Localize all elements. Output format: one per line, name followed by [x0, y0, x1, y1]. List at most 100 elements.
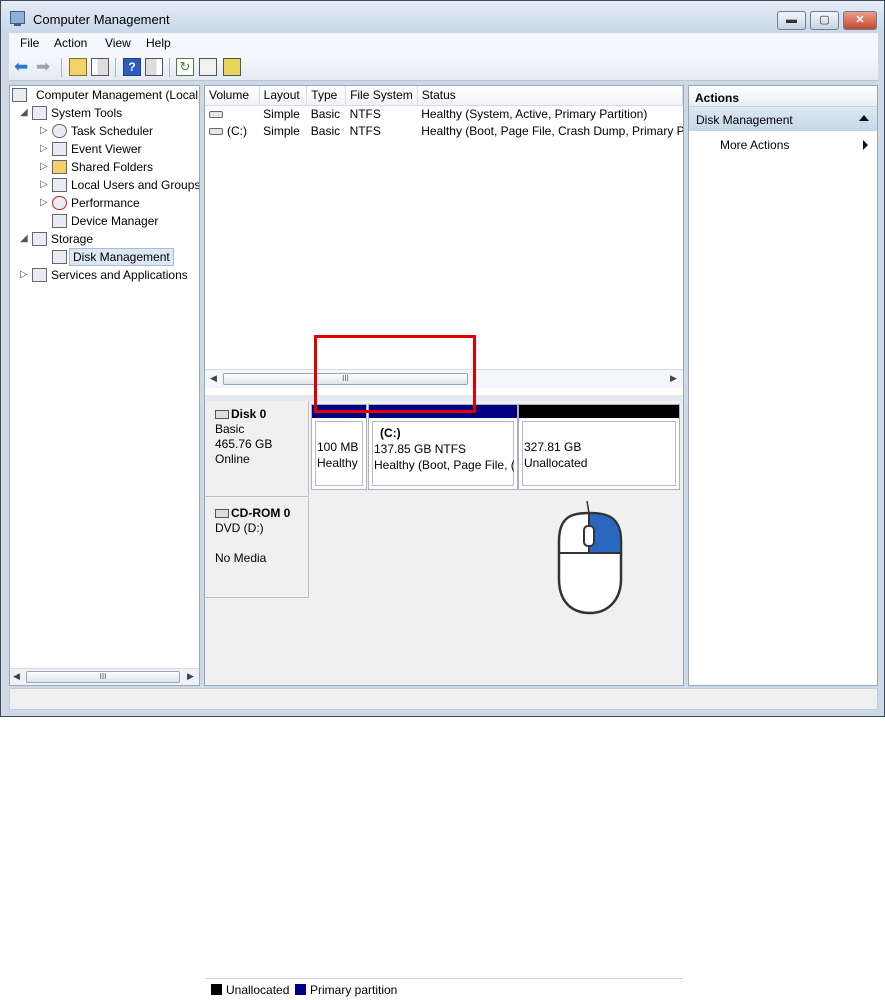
- submenu-arrow-icon[interactable]: [863, 140, 868, 150]
- status-cell: Healthy (System, Active, Primary Partiti…: [421, 106, 648, 121]
- collapsed-arrow-icon[interactable]: ▷: [40, 158, 50, 176]
- shared-folder-icon: [52, 160, 67, 174]
- actions-pane: Actions Disk Management More Actions: [688, 85, 878, 686]
- properties-icon[interactable]: [199, 58, 217, 76]
- tree-horizontal-scrollbar[interactable]: ◀ III ▶: [10, 668, 199, 685]
- collapsed-arrow-icon[interactable]: ▷: [40, 140, 50, 158]
- toolbar-separator: [169, 58, 170, 77]
- table-row[interactable]: Simple Basic NTFS Healthy (System, Activ…: [205, 105, 683, 122]
- volume-list: Volume Layout Type File System Status Si…: [205, 86, 684, 139]
- tree-item-shared-folders[interactable]: ▷ Shared Folders: [40, 158, 199, 176]
- tree-item-system-tools[interactable]: ◢ System Tools: [20, 104, 199, 122]
- disk-settings-icon[interactable]: [223, 58, 241, 76]
- status-bar: [9, 688, 878, 710]
- computer-management-window: Computer Management ▬ ▢ ✕ File Action Vi…: [0, 0, 885, 1000]
- file-system-cell: NTFS: [349, 106, 381, 121]
- menu-view[interactable]: View: [105, 36, 131, 50]
- tree-item-device-manager[interactable]: Device Manager: [40, 212, 199, 230]
- computer-icon: [12, 88, 27, 102]
- partition-system-reserved[interactable]: 100 MB Healthy: [311, 404, 367, 490]
- tree-item-local-users-and-groups[interactable]: ▷ Local Users and Groups: [40, 176, 199, 194]
- minimize-button[interactable]: ▬: [777, 11, 806, 30]
- forward-arrow-icon[interactable]: ➡: [36, 58, 54, 76]
- unallocated-bar: [519, 405, 679, 418]
- tools-icon: [32, 106, 47, 120]
- tree-item-performance[interactable]: ▷ Performance: [40, 194, 199, 212]
- console-tree: Computer Management (Local ◢ System Tool…: [9, 85, 200, 686]
- toolbar: ⬅ ➡ ? ↻: [9, 54, 878, 81]
- tree-item-event-viewer[interactable]: ▷ Event Viewer: [40, 140, 199, 158]
- tree-item-disk-management[interactable]: Disk Management: [40, 248, 199, 266]
- up-folder-icon[interactable]: [69, 58, 87, 76]
- status-cell: Healthy (Boot, Page File, Crash Dump, Pr…: [421, 123, 683, 138]
- expanded-arrow-icon[interactable]: ◢: [20, 104, 30, 122]
- close-button[interactable]: ✕: [843, 11, 877, 30]
- maximize-button[interactable]: ▢: [810, 11, 839, 30]
- volume-cell: [205, 105, 259, 122]
- column-header-layout[interactable]: Layout: [259, 86, 308, 106]
- event-viewer-icon: [52, 142, 67, 156]
- primary-partition-swatch: [295, 984, 306, 995]
- scrollbar-thumb[interactable]: III: [26, 671, 180, 683]
- expanded-arrow-icon[interactable]: ◢: [20, 230, 30, 248]
- partition-c-drive[interactable]: (C:) 137.85 GB NTFS Healthy (Boot, Page …: [368, 404, 518, 490]
- table-row[interactable]: (C:) Simple Basic NTFS Healthy (Boot, Pa…: [205, 122, 683, 139]
- back-arrow-icon[interactable]: ⬅: [14, 58, 32, 76]
- right-click-mouse-icon: [557, 501, 623, 615]
- users-icon: [52, 178, 67, 192]
- scroll-right-arrow-icon[interactable]: ▶: [670, 373, 677, 384]
- performance-icon: [52, 196, 67, 210]
- tree-item-storage[interactable]: ◢ Storage: [20, 230, 199, 248]
- menu-bar: File Action View Help: [9, 33, 878, 54]
- partition-unallocated[interactable]: 327.81 GB Unallocated: [518, 404, 680, 490]
- menu-help[interactable]: Help: [146, 36, 171, 50]
- tree-item-computer-management[interactable]: Computer Management (Local: [12, 86, 199, 104]
- menu-file[interactable]: File: [20, 36, 39, 50]
- column-header-status[interactable]: Status: [417, 86, 684, 106]
- column-header-volume[interactable]: Volume: [205, 86, 260, 106]
- type-cell: Basic: [310, 106, 341, 121]
- unallocated-highlight-box: [314, 335, 476, 413]
- tree-item-task-scheduler[interactable]: ▷ Task Scheduler: [40, 122, 199, 140]
- collapse-arrow-icon[interactable]: [859, 115, 869, 121]
- file-system-cell: NTFS: [349, 123, 381, 138]
- scroll-right-arrow-icon[interactable]: ▶: [187, 671, 194, 682]
- clock-icon: [52, 124, 67, 138]
- services-icon: [32, 268, 47, 282]
- layout-cell: Simple: [263, 123, 300, 138]
- type-cell: Basic: [310, 123, 341, 138]
- column-header-type[interactable]: Type: [306, 86, 347, 106]
- title-bar[interactable]: Computer Management ▬ ▢ ✕: [1, 1, 884, 33]
- cdrom-icon: [215, 509, 229, 519]
- column-header-file-system[interactable]: File System: [345, 86, 418, 106]
- layout-cell: Simple: [263, 106, 300, 121]
- storage-icon: [32, 232, 47, 246]
- volume-cell: (C:): [205, 122, 259, 139]
- scroll-left-arrow-icon[interactable]: ◀: [210, 373, 217, 384]
- show-hide-action-pane-icon[interactable]: [145, 58, 163, 76]
- disk-management-icon: [52, 250, 67, 264]
- drive-icon: [209, 127, 223, 135]
- toolbar-separator: [61, 58, 62, 77]
- toolbar-separator: [115, 58, 116, 77]
- tree-item-services-and-applications[interactable]: ▷ Services and Applications: [20, 266, 199, 284]
- computer-management-icon: [10, 11, 25, 26]
- help-icon[interactable]: ?: [123, 58, 141, 76]
- collapsed-arrow-icon[interactable]: ▷: [40, 194, 50, 212]
- drive-icon: [209, 111, 223, 119]
- collapsed-arrow-icon[interactable]: ▷: [40, 176, 50, 194]
- cdrom-0-label[interactable]: CD-ROM 0 DVD (D:) No Media: [205, 498, 309, 598]
- actions-header: Actions: [689, 86, 877, 107]
- refresh-icon[interactable]: ↻: [176, 58, 194, 76]
- scroll-left-arrow-icon[interactable]: ◀: [13, 671, 20, 682]
- menu-action[interactable]: Action: [54, 36, 87, 50]
- collapsed-arrow-icon[interactable]: ▷: [40, 122, 50, 140]
- collapsed-arrow-icon[interactable]: ▷: [20, 266, 30, 284]
- more-actions-link[interactable]: More Actions: [720, 138, 789, 152]
- window-title: Computer Management: [33, 12, 170, 27]
- unallocated-swatch: [211, 984, 222, 995]
- actions-section-disk-management[interactable]: Disk Management: [689, 107, 877, 131]
- disk-0-label[interactable]: Disk 0 Basic 465.76 GB Online: [205, 401, 309, 497]
- device-manager-icon: [52, 214, 67, 228]
- show-hide-tree-icon[interactable]: [91, 58, 109, 76]
